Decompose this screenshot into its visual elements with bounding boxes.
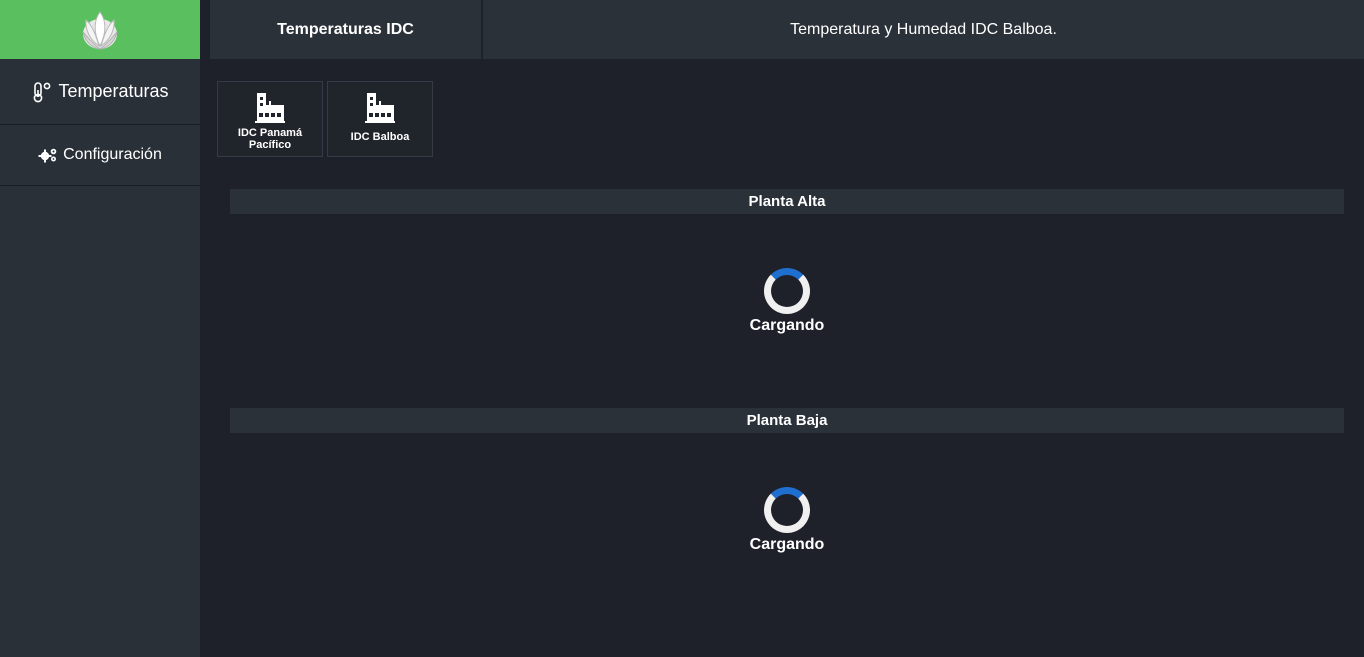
sidebar-item-configuracion[interactable]: Configuración <box>0 125 200 186</box>
site-button-idc-balboa[interactable]: IDC Balboa <box>327 81 433 157</box>
loading-text: Cargando <box>749 536 825 553</box>
section-header-planta-alta: Planta Alta <box>230 189 1344 214</box>
page-title: Temperatura y Humedad IDC Balboa. <box>483 0 1364 59</box>
factory-icon <box>255 93 285 123</box>
app-root: Temperaturas Configuración Temperaturas <box>0 0 1364 657</box>
site-button-idc-panama-pacifico[interactable]: IDC Panamá Pacífico <box>217 81 323 157</box>
site-button-label: IDC Panamá Pacífico <box>237 127 303 151</box>
loading-text: Cargando <box>749 317 825 334</box>
sidebar: Temperaturas Configuración <box>0 0 200 657</box>
liberty-flower-logo-icon <box>82 10 118 49</box>
section-header-planta-baja: Planta Baja <box>230 408 1344 433</box>
section-title: Planta Baja <box>746 412 828 429</box>
spinner-icon <box>764 487 810 533</box>
gears-icon <box>38 147 58 163</box>
spinner-icon <box>764 268 810 314</box>
tab-label: Temperaturas IDC <box>277 20 414 38</box>
factory-icon <box>365 93 395 123</box>
sidebar-item-label: Temperaturas <box>58 81 169 101</box>
page-title-text: Temperatura y Humedad IDC Balboa. <box>790 20 1057 38</box>
sidebar-item-label: Configuración <box>63 146 162 163</box>
loading-indicator: Cargando <box>720 268 854 335</box>
top-bar: Temperaturas IDC Temperatura y Humedad I… <box>200 0 1364 59</box>
site-button-label: IDC Balboa <box>350 131 410 143</box>
loading-indicator: Cargando <box>720 487 854 554</box>
site-selector: IDC Panamá Pacífico IDC Balboa <box>217 81 433 157</box>
sidebar-item-temperaturas[interactable]: Temperaturas <box>0 59 200 125</box>
section-title: Planta Alta <box>748 193 826 210</box>
thermometer-icon <box>31 81 53 103</box>
main-content: IDC Panamá Pacífico IDC Balboa Planta Al… <box>200 59 1364 657</box>
logo[interactable] <box>0 0 200 59</box>
tab-temperaturas-idc[interactable]: Temperaturas IDC <box>200 0 483 59</box>
